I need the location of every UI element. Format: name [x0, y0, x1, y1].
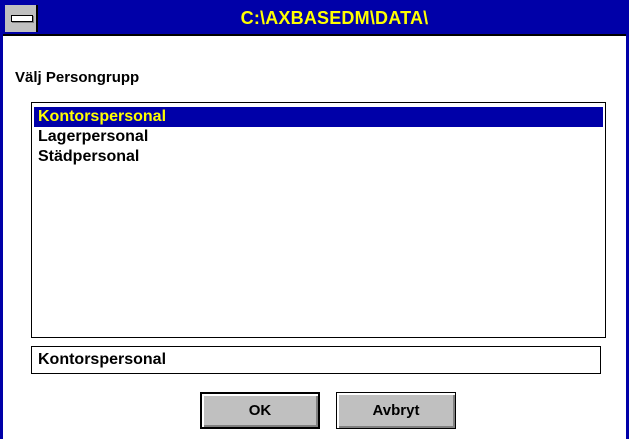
list-item-lagerpersonal[interactable]: Lagerpersonal [34, 127, 603, 147]
title-bar[interactable]: C:\AXBASEDM\DATA\ [3, 3, 626, 36]
window-title: C:\AXBASEDM\DATA\ [240, 8, 429, 28]
ok-button[interactable]: OK [200, 392, 320, 429]
prompt-label: Välj Persongrupp [15, 69, 140, 86]
dialog-window: C:\AXBASEDM\DATA\ Välj Persongrupp Konto… [0, 0, 629, 439]
system-menu-bar-glyph [11, 15, 33, 22]
list-item-kontorspersonal[interactable]: Kontorspersonal [34, 107, 603, 127]
cancel-button[interactable]: Avbryt [336, 392, 456, 429]
selection-field[interactable]: Kontorspersonal [31, 346, 601, 374]
system-menu-icon[interactable] [5, 5, 38, 32]
list-item-stadpersonal[interactable]: Städpersonal [34, 147, 603, 167]
group-listbox[interactable]: Kontorspersonal Lagerpersonal Städperson… [31, 102, 606, 338]
